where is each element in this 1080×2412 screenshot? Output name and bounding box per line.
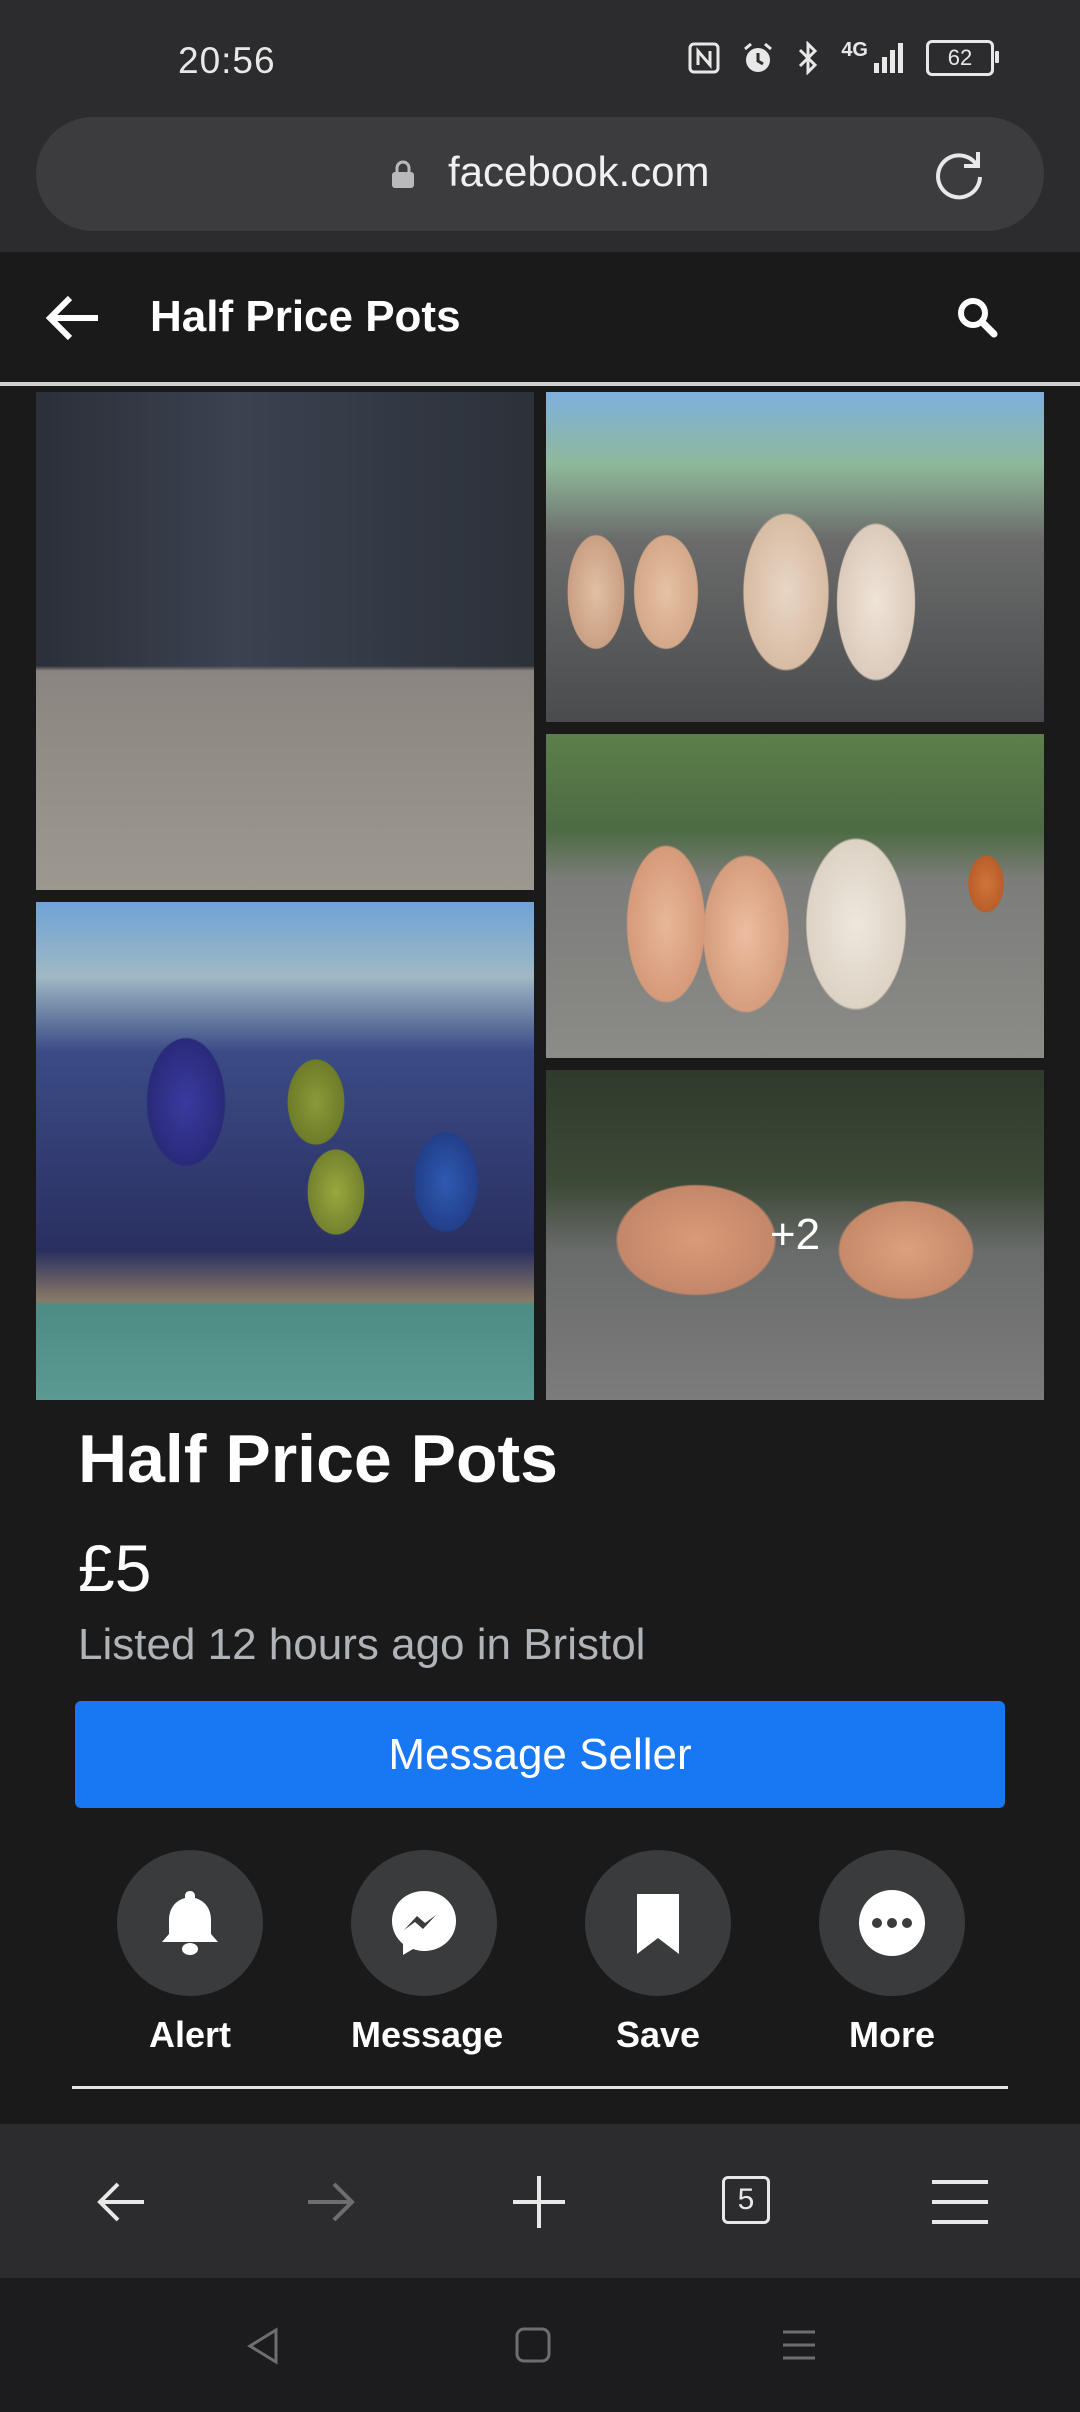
browser-back-icon[interactable]: [92, 2172, 152, 2232]
bell-icon: [162, 1891, 218, 1955]
new-tab-icon[interactable]: [509, 2172, 569, 2232]
message-circle[interactable]: [351, 1850, 497, 1996]
tab-switcher[interactable]: 5: [722, 2176, 770, 2224]
battery-level: 62: [947, 45, 973, 70]
status-time: 20:56: [178, 40, 276, 81]
section-divider: [72, 2086, 1008, 2089]
listing-photo-1[interactable]: [36, 392, 534, 890]
lock-icon: [392, 160, 414, 188]
nfc-icon: [688, 42, 720, 74]
nav-back-icon[interactable]: [244, 2326, 282, 2366]
battery-icon: 62: [926, 40, 999, 76]
url-text[interactable]: facebook.com: [448, 148, 709, 196]
listing-price: £5: [78, 1531, 152, 1605]
messenger-icon: [392, 1891, 456, 1955]
message-label: Message: [351, 2014, 504, 2055]
alert-circle[interactable]: [117, 1850, 263, 1996]
more-photos-count[interactable]: +2: [546, 1070, 1044, 1400]
message-seller-button[interactable]: Message Seller: [75, 1701, 1005, 1808]
more-label: More: [848, 2014, 935, 2055]
bluetooth-icon: [799, 41, 818, 75]
more-icon: [859, 1890, 925, 1956]
network-type: 4G: [841, 38, 868, 61]
listing-photo-4[interactable]: [36, 902, 534, 1400]
listing-photo-2[interactable]: [546, 392, 1044, 722]
reload-icon[interactable]: [930, 146, 988, 204]
more-circle[interactable]: [819, 1850, 965, 1996]
browser-forward-icon[interactable]: [300, 2172, 360, 2232]
signal-icon: [874, 43, 903, 73]
nav-home-icon[interactable]: [514, 2326, 552, 2364]
status-icons: 4G 62: [687, 38, 999, 76]
alarm-icon: [744, 42, 773, 72]
nav-recents-icon[interactable]: [780, 2326, 818, 2364]
search-icon[interactable]: [956, 296, 998, 338]
page-title: Half Price Pots: [150, 292, 461, 341]
listing-photo-3[interactable]: [546, 734, 1044, 1058]
bookmark-icon: [637, 1894, 679, 1954]
alert-label: Alert: [148, 2014, 232, 2055]
more-button[interactable]: More: [819, 1850, 965, 2056]
save-button[interactable]: Save: [585, 1850, 731, 2056]
listing-title: Half Price Pots: [78, 1421, 558, 1497]
save-label: Save: [615, 2014, 701, 2055]
message-button[interactable]: Message: [351, 1850, 504, 2056]
menu-icon[interactable]: [930, 2172, 990, 2232]
save-circle[interactable]: [585, 1850, 731, 1996]
alert-button[interactable]: Alert: [117, 1850, 263, 2056]
listing-meta: Listed 12 hours ago in Bristol: [78, 1620, 646, 1669]
back-arrow-icon[interactable]: [44, 292, 102, 344]
